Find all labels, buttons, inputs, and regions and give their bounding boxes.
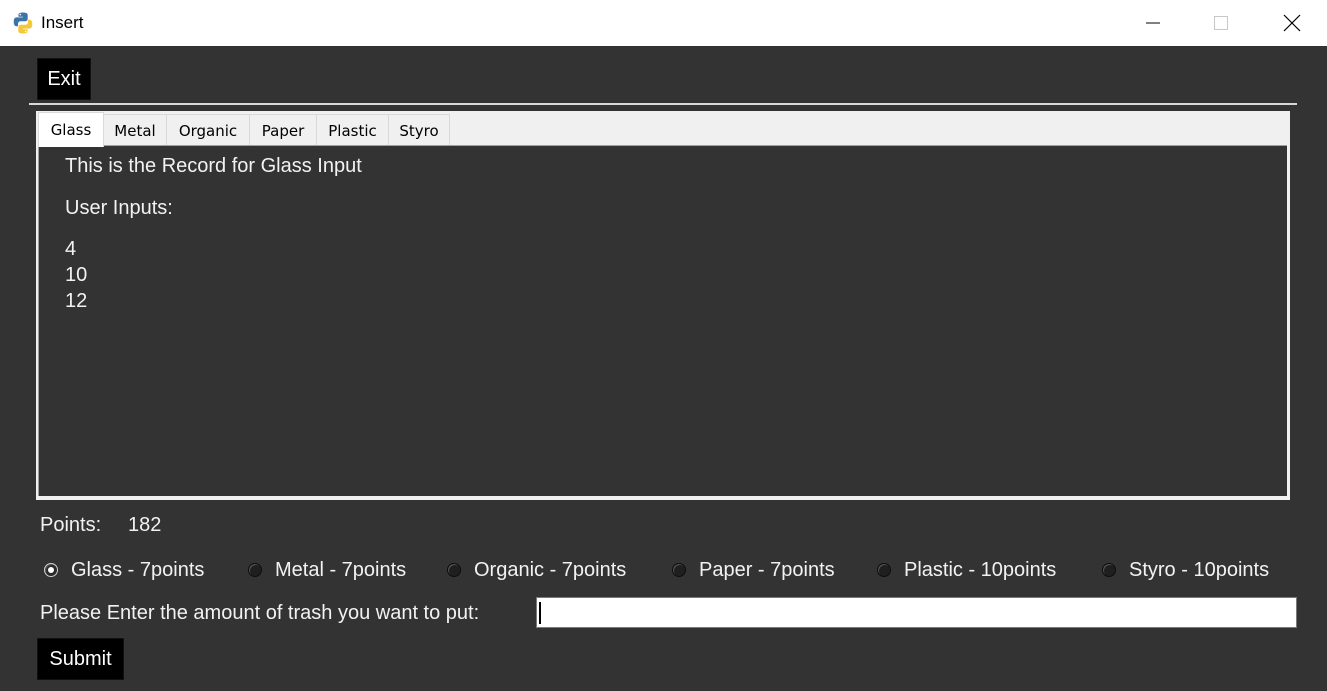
- record-heading: This is the Record for Glass Input: [65, 155, 362, 177]
- tab-glass[interactable]: Glass: [38, 112, 104, 147]
- points-value: 182: [128, 514, 162, 536]
- radio-indicator[interactable]: [447, 563, 461, 577]
- window-title: Insert: [41, 13, 84, 32]
- radio-styro[interactable]: Styro - 10points: [1102, 558, 1269, 582]
- text-caret: [539, 602, 541, 624]
- radio-indicator[interactable]: [248, 563, 262, 577]
- radio-label: Styro - 10points: [1129, 558, 1270, 581]
- radio-label: Organic - 7points: [474, 558, 627, 581]
- radio-glass[interactable]: Glass - 7points: [44, 558, 204, 582]
- radio-paper[interactable]: Paper - 7points: [672, 558, 835, 582]
- list-item: 10: [65, 264, 88, 286]
- close-button[interactable]: [1269, 0, 1315, 46]
- tab-styro[interactable]: Styro: [388, 114, 450, 147]
- notebook: Glass Metal Organic Paper Plastic Styro …: [36, 111, 1290, 500]
- amount-prompt: Please Enter the amount of trash you wan…: [40, 602, 480, 624]
- amount-input[interactable]: [536, 597, 1297, 628]
- list-item: 4: [65, 238, 77, 260]
- radio-label: Plastic - 10points: [904, 558, 1057, 581]
- python-icon: [11, 11, 35, 35]
- radio-label: Metal - 7points: [275, 558, 407, 581]
- maximize-button[interactable]: [1198, 0, 1244, 46]
- tab-panel-glass: This is the Record for Glass Input User …: [38, 145, 1287, 496]
- user-inputs-label: User Inputs:: [65, 197, 173, 219]
- minimize-icon: [1146, 22, 1160, 24]
- maximize-icon: [1214, 16, 1228, 30]
- radio-organic[interactable]: Organic - 7points: [447, 558, 626, 582]
- radio-indicator[interactable]: [672, 563, 686, 577]
- radio-indicator[interactable]: [44, 563, 58, 577]
- exit-button[interactable]: Exit: [37, 58, 91, 100]
- radio-plastic[interactable]: Plastic - 10points: [877, 558, 1056, 582]
- list-item: 12: [65, 290, 88, 312]
- title-bar: Insert: [0, 0, 1327, 46]
- radio-indicator[interactable]: [1102, 563, 1116, 577]
- tab-plastic[interactable]: Plastic: [316, 114, 389, 147]
- radio-label: Glass - 7points: [71, 558, 205, 581]
- tab-paper[interactable]: Paper: [249, 114, 317, 147]
- radio-label: Paper - 7points: [699, 558, 835, 581]
- separator: [29, 103, 1297, 105]
- user-inputs-list: 4 10 12: [65, 236, 87, 314]
- submit-button[interactable]: Submit: [37, 638, 124, 680]
- points-label: Points:: [40, 514, 102, 536]
- minimize-button[interactable]: [1130, 0, 1176, 46]
- tab-metal[interactable]: Metal: [103, 114, 167, 147]
- tab-organic[interactable]: Organic: [166, 114, 250, 147]
- radio-indicator[interactable]: [877, 563, 891, 577]
- close-icon: [1283, 14, 1301, 32]
- radio-metal[interactable]: Metal - 7points: [248, 558, 406, 582]
